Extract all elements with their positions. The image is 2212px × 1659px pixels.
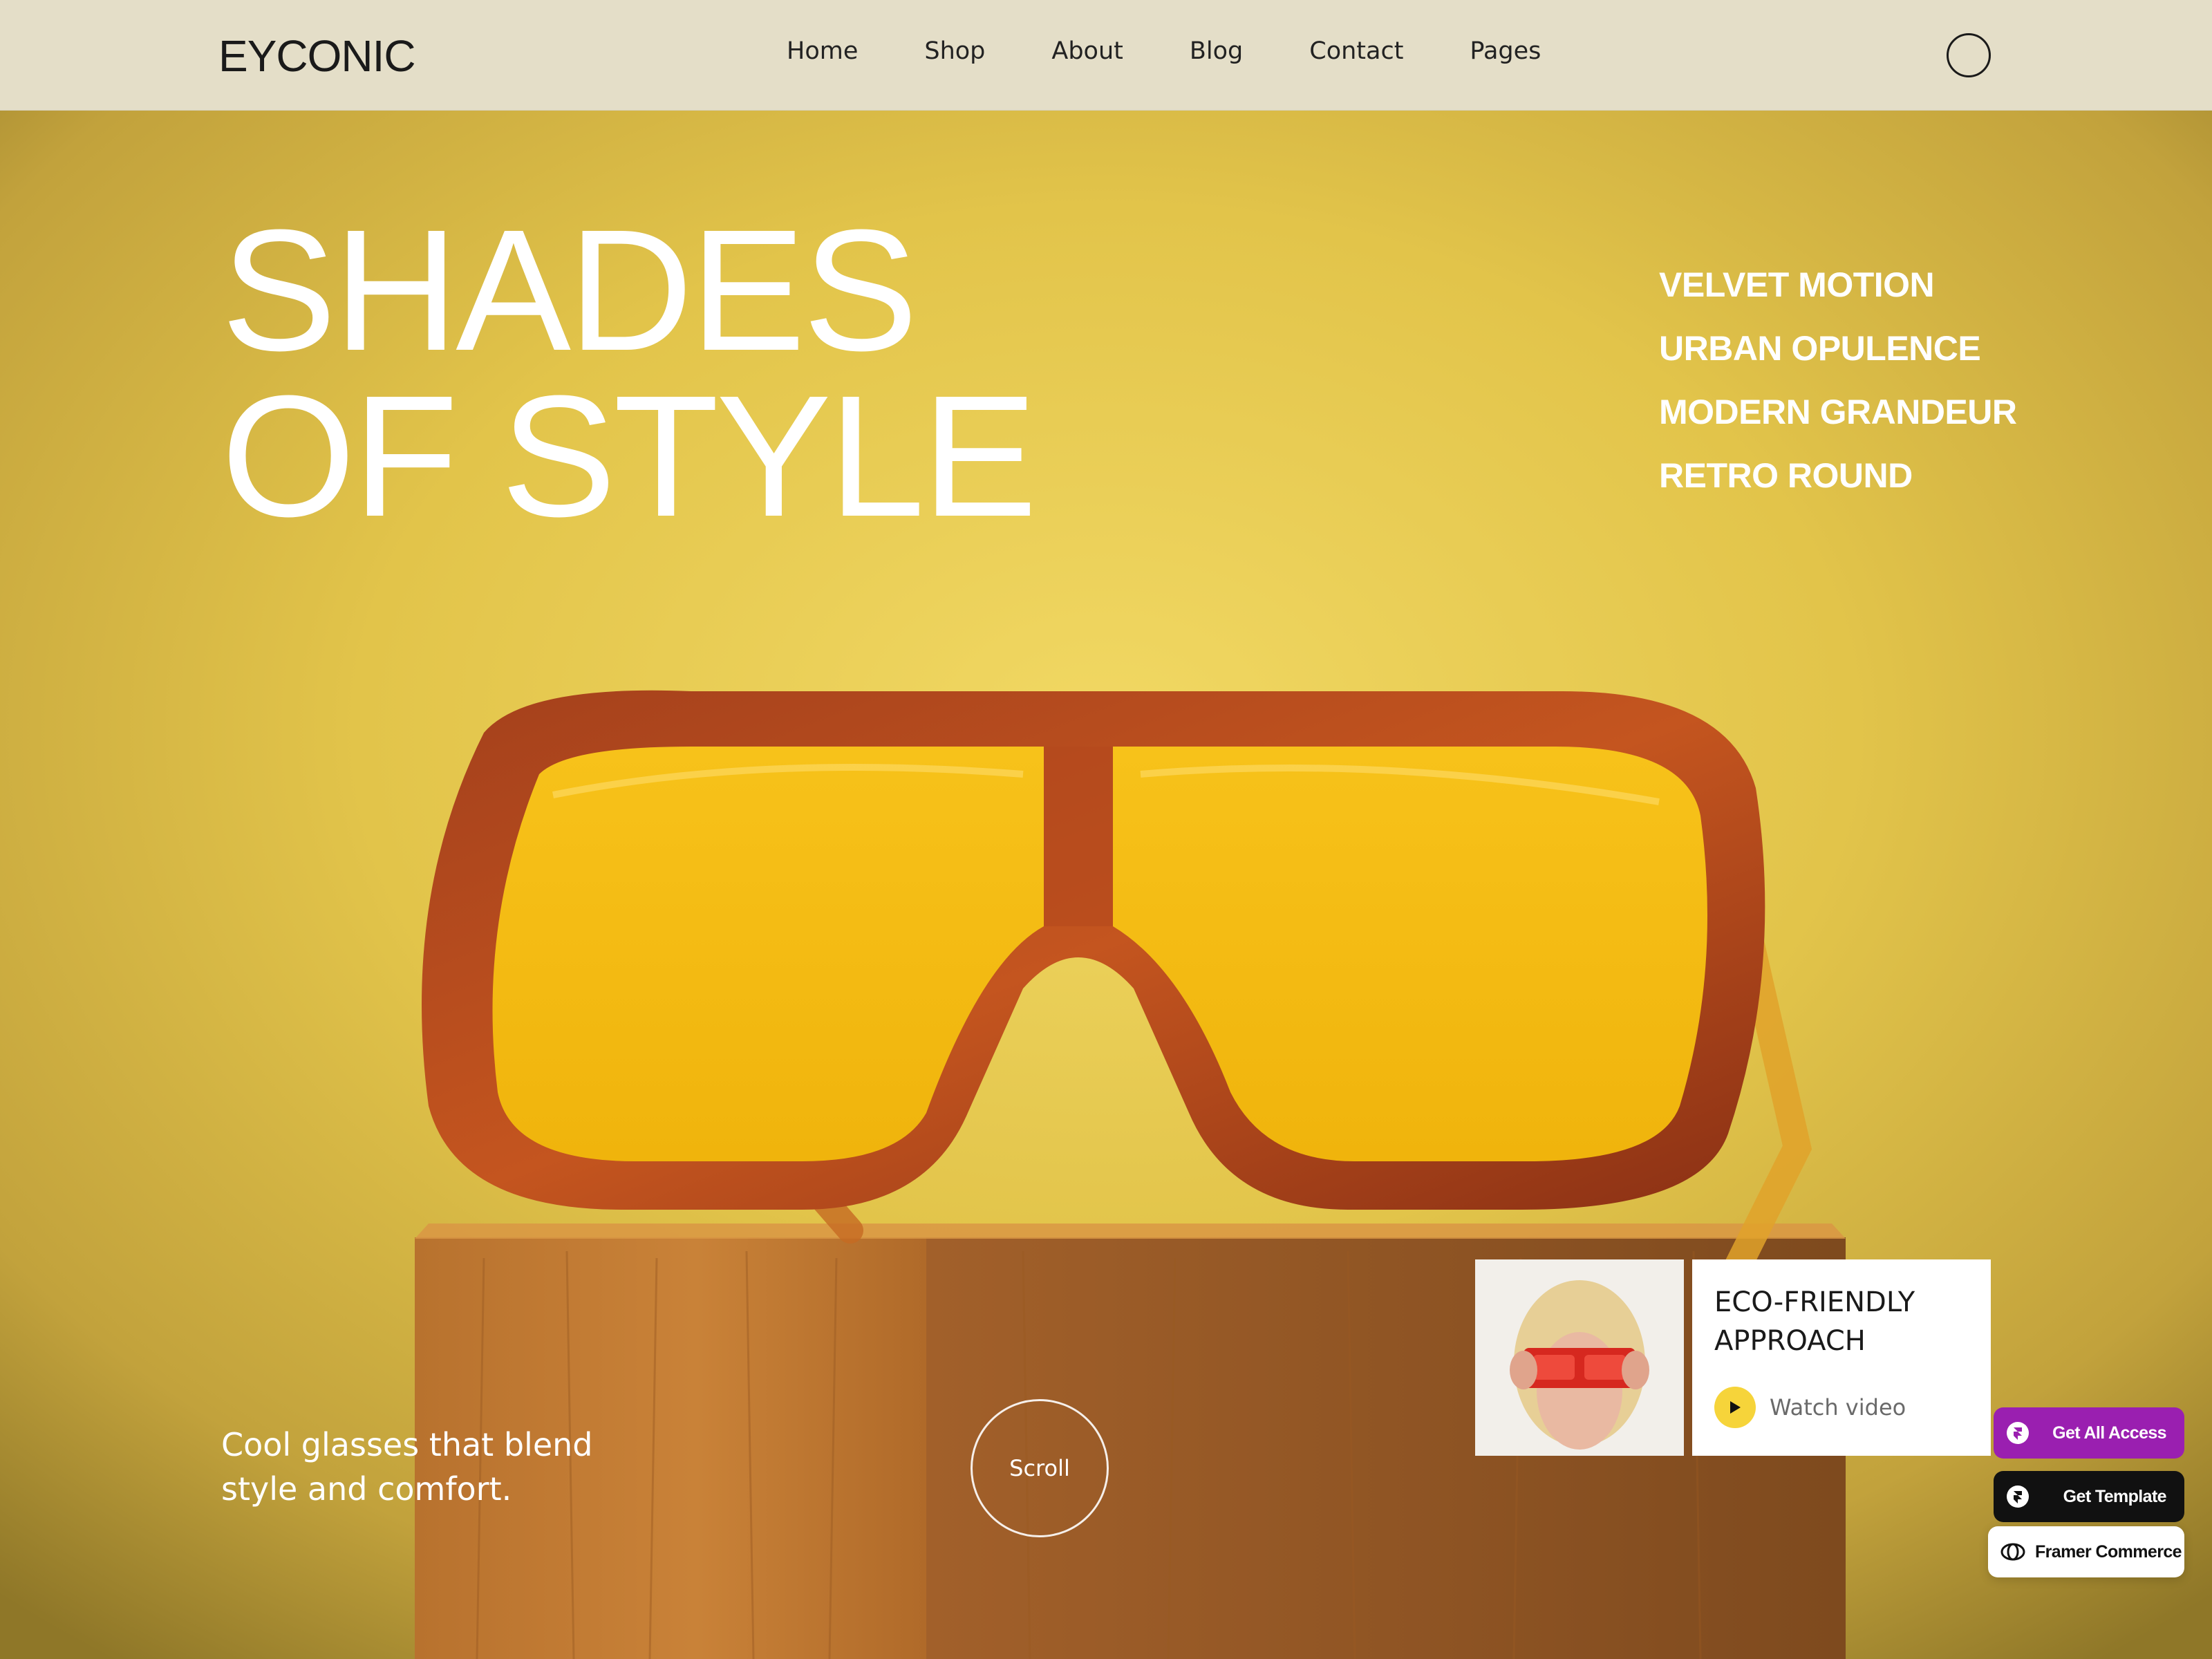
- framer-commerce-button[interactable]: Framer Commerce: [1988, 1526, 2184, 1577]
- framer-logo-icon: [2006, 1485, 2030, 1508]
- collection-link-modern-grandeur[interactable]: MODERN GRANDEUR: [1659, 380, 2017, 444]
- collection-link-urban-opulence[interactable]: URBAN OPULENCE: [1659, 317, 2017, 380]
- nav-link-pages[interactable]: Pages: [1470, 37, 1541, 65]
- framer-commerce-label: Framer Commerce: [2035, 1541, 2182, 1562]
- play-icon[interactable]: [1714, 1387, 1756, 1428]
- nav-link-blog[interactable]: Blog: [1190, 37, 1243, 65]
- scroll-label: Scroll: [1009, 1455, 1070, 1481]
- video-thumbnail[interactable]: [1475, 1259, 1684, 1456]
- get-template-label: Get Template: [2063, 1486, 2167, 1506]
- collection-link-velvet-motion[interactable]: VELVET MOTION: [1659, 253, 2017, 317]
- video-card[interactable]: ECO-FRIENDLY APPROACH Watch video: [1475, 1259, 1991, 1456]
- get-template-button[interactable]: Get Template: [1994, 1471, 2184, 1522]
- hero-tagline: Cool glasses that blend style and comfor…: [221, 1426, 593, 1508]
- headline-line-1: SHADES: [221, 194, 918, 386]
- collections-list: VELVET MOTION URBAN OPULENCE MODERN GRAN…: [1659, 253, 2017, 507]
- framer-commerce-logo-icon: [2000, 1542, 2025, 1562]
- nav-link-contact[interactable]: Contact: [1309, 37, 1403, 65]
- scroll-button[interactable]: Scroll: [971, 1399, 1109, 1537]
- collection-link-retro-round[interactable]: RETRO ROUND: [1659, 444, 2017, 507]
- hero-headline: SHADES OF STYLE: [221, 194, 1038, 552]
- nav-link-home[interactable]: Home: [787, 37, 858, 65]
- framer-logo-icon: [2006, 1421, 2030, 1445]
- headline-line-2: OF STYLE: [221, 359, 1038, 552]
- nav-link-about[interactable]: About: [1051, 37, 1123, 65]
- video-thumbnail-image: [1475, 1259, 1684, 1456]
- top-navigation: EYCONIC Home Shop About Blog Contact Pag…: [0, 0, 2212, 111]
- nav-links: Home Shop About Blog Contact Pages: [787, 37, 1541, 65]
- watch-video-link[interactable]: Watch video: [1714, 1387, 1906, 1428]
- watch-video-label: Watch video: [1770, 1394, 1906, 1421]
- nav-link-shop[interactable]: Shop: [924, 37, 985, 65]
- account-circle-icon[interactable]: [1947, 33, 1991, 77]
- video-info-panel: ECO-FRIENDLY APPROACH Watch video: [1692, 1259, 1991, 1456]
- get-all-access-label: Get All Access: [2052, 1423, 2166, 1443]
- get-all-access-button[interactable]: Get All Access: [1994, 1407, 2184, 1459]
- video-title: ECO-FRIENDLY APPROACH: [1714, 1286, 1915, 1357]
- brand-logo[interactable]: EYCONIC: [218, 30, 416, 82]
